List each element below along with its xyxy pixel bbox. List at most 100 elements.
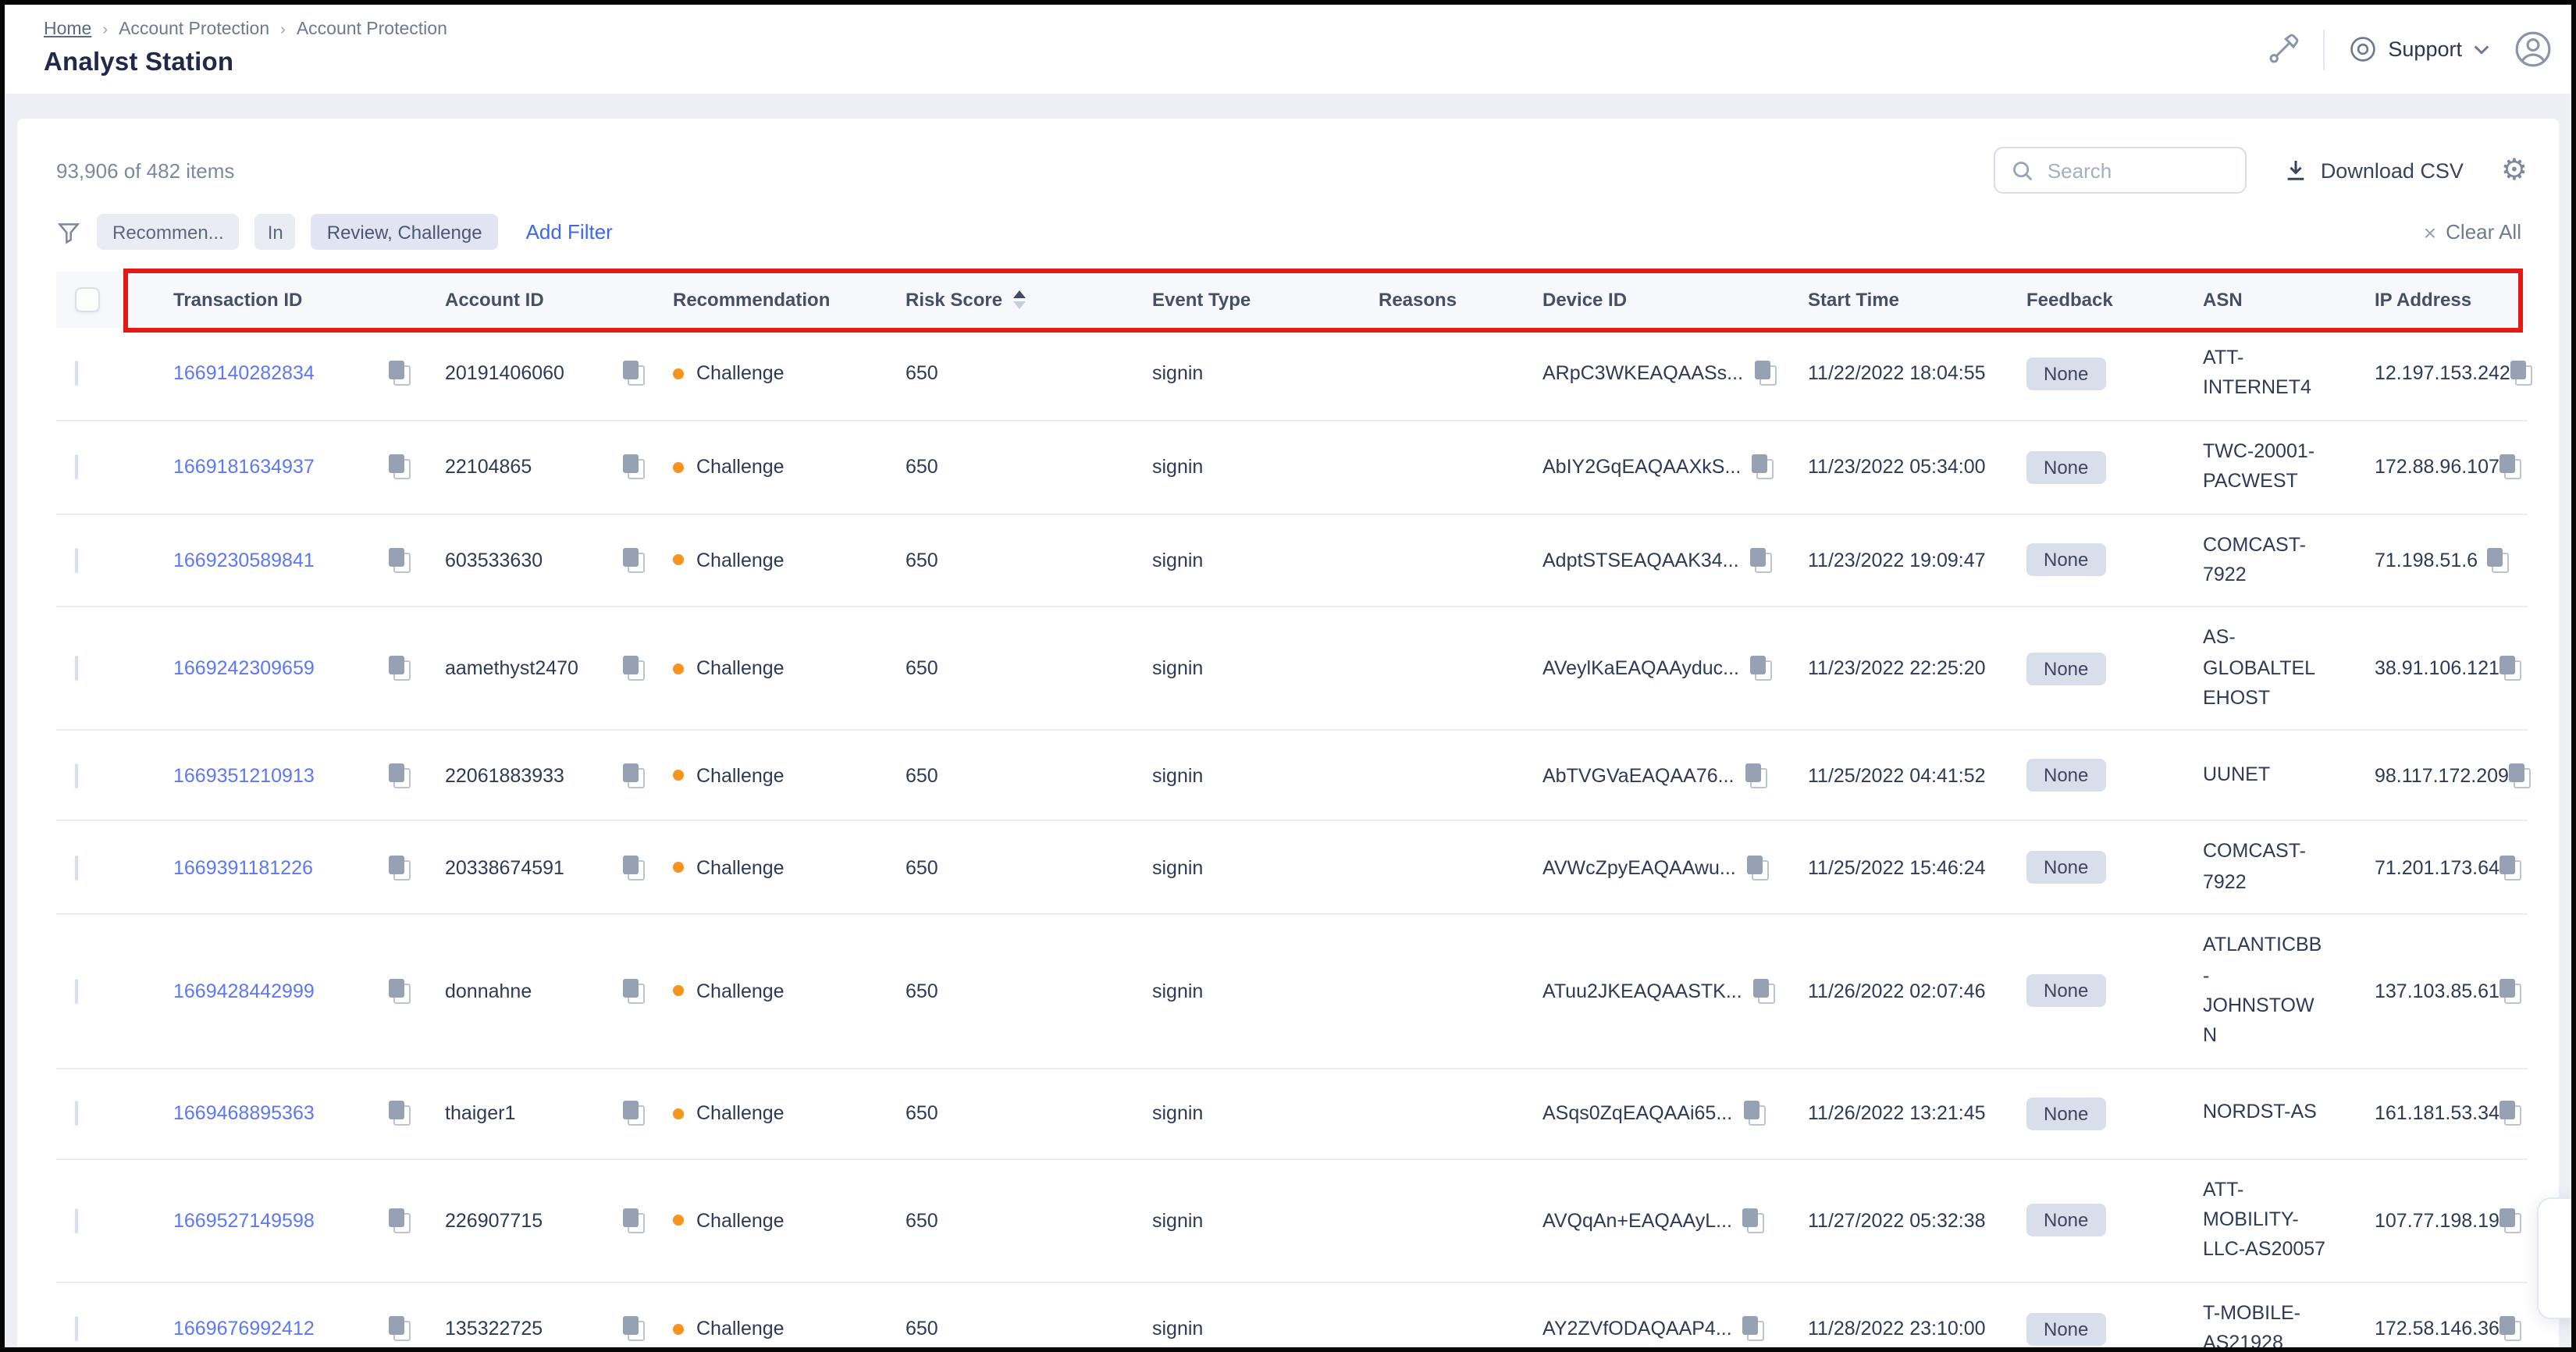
ip-address-value: 38.91.106.121	[2375, 658, 2500, 680]
copy-icon[interactable]	[1750, 548, 1772, 573]
row-checkbox[interactable]	[75, 763, 78, 788]
user-avatar-icon[interactable]	[2514, 30, 2553, 69]
column-header-account-id[interactable]: Account ID	[445, 289, 673, 311]
column-header-recommendation[interactable]: Recommendation	[673, 289, 906, 311]
column-header-ip-address[interactable]: IP Address	[2375, 289, 2528, 311]
scrollbar-thumb[interactable]	[2537, 1197, 2576, 1319]
row-checkbox[interactable]	[75, 979, 78, 1004]
transaction-id-link[interactable]: 1669242309659	[173, 658, 315, 680]
device-id-value: AY2ZVfODAQAAP4...	[1542, 1318, 1732, 1340]
copy-icon[interactable]	[623, 979, 645, 1004]
breadcrumb-account-protection[interactable]: Account Protection	[119, 20, 269, 39]
copy-icon[interactable]	[623, 656, 645, 681]
column-header-start-time[interactable]: Start Time	[1808, 289, 2026, 311]
copy-icon[interactable]	[623, 1316, 645, 1341]
copy-icon[interactable]	[389, 656, 411, 681]
row-checkbox[interactable]	[75, 856, 78, 881]
start-time-value: 11/23/2022 22:25:20	[1808, 658, 2026, 680]
filter-operator-chip[interactable]: In	[255, 214, 296, 250]
event-type-value: signin	[1152, 456, 1379, 478]
column-header-reasons[interactable]: Reasons	[1379, 289, 1542, 311]
download-csv-button[interactable]: Download CSV	[2285, 158, 2464, 183]
copy-icon[interactable]	[2500, 979, 2521, 1004]
transaction-id-link[interactable]: 1669527149598	[173, 1209, 315, 1231]
row-checkbox[interactable]	[75, 1208, 78, 1233]
copy-icon[interactable]	[2500, 1101, 2521, 1126]
select-all-checkbox[interactable]	[75, 287, 100, 312]
risk-score-value: 650	[906, 1318, 1152, 1340]
transaction-id-link[interactable]: 1669230589841	[173, 550, 315, 571]
copy-icon[interactable]	[389, 979, 411, 1004]
copy-icon[interactable]	[623, 856, 645, 881]
content-card: 93,906 of 482 items Download CSV	[17, 119, 2559, 1347]
clear-all-button[interactable]: × Clear All	[2424, 219, 2521, 244]
copy-icon[interactable]	[389, 454, 411, 479]
copy-icon[interactable]	[623, 1208, 645, 1233]
copy-icon[interactable]	[623, 1101, 645, 1126]
transaction-id-link[interactable]: 1669181634937	[173, 456, 315, 478]
start-time-value: 11/26/2022 02:07:46	[1808, 980, 2026, 1002]
risk-score-value: 650	[906, 550, 1152, 571]
copy-icon[interactable]	[2509, 763, 2531, 788]
filter-value-chip[interactable]: Review, Challenge	[311, 214, 498, 250]
copy-icon[interactable]	[1743, 1316, 1765, 1341]
copy-icon[interactable]	[389, 856, 411, 881]
transaction-id-link[interactable]: 1669351210913	[173, 765, 315, 787]
copy-icon[interactable]	[623, 454, 645, 479]
copy-icon[interactable]	[1750, 656, 1772, 681]
column-header-risk-score[interactable]: Risk Score	[906, 289, 1152, 311]
copy-icon[interactable]	[1752, 454, 1774, 479]
transaction-id-link[interactable]: 1669428442999	[173, 980, 315, 1002]
copy-icon[interactable]	[2510, 361, 2532, 386]
copy-icon[interactable]	[1753, 979, 1775, 1004]
edit-pencil-icon[interactable]	[2266, 33, 2299, 66]
copy-icon[interactable]	[389, 1101, 411, 1126]
breadcrumb-home[interactable]: Home	[44, 20, 91, 39]
copy-icon[interactable]	[623, 361, 645, 386]
copy-icon[interactable]	[1745, 763, 1767, 788]
row-checkbox[interactable]	[75, 548, 78, 573]
copy-icon[interactable]	[389, 763, 411, 788]
filter-field-chip[interactable]: Recommen...	[97, 214, 240, 250]
ip-address-value: 98.117.172.209	[2375, 765, 2509, 787]
transaction-id-link[interactable]: 1669391181226	[173, 857, 313, 879]
copy-icon[interactable]	[2487, 548, 2509, 573]
row-checkbox[interactable]	[75, 1101, 78, 1126]
copy-icon[interactable]	[2500, 1208, 2521, 1233]
column-header-event-type[interactable]: Event Type	[1152, 289, 1379, 311]
sort-ascending-icon[interactable]	[1013, 290, 1026, 310]
transaction-id-link[interactable]: 1669468895363	[173, 1102, 315, 1124]
row-checkbox[interactable]	[75, 361, 78, 386]
copy-icon[interactable]	[1743, 1208, 1765, 1233]
transaction-id-link[interactable]: 1669140282834	[173, 363, 315, 385]
transaction-id-link[interactable]: 1669676992412	[173, 1318, 315, 1340]
copy-icon[interactable]	[623, 548, 645, 573]
copy-icon[interactable]	[2500, 656, 2521, 681]
account-id-value: 20191406060	[445, 363, 564, 385]
row-checkbox[interactable]	[75, 454, 78, 479]
search-input[interactable]	[2048, 158, 2219, 182]
copy-icon[interactable]	[1743, 1101, 1765, 1126]
copy-icon[interactable]	[2500, 454, 2521, 479]
copy-icon[interactable]	[389, 1316, 411, 1341]
copy-icon[interactable]	[389, 1208, 411, 1233]
column-header-transaction-id[interactable]: Transaction ID	[173, 289, 445, 311]
copy-icon[interactable]	[2500, 856, 2521, 881]
gear-icon[interactable]: ⚙	[2501, 155, 2528, 185]
copy-icon[interactable]	[1754, 361, 1776, 386]
risk-score-value: 650	[906, 980, 1152, 1002]
add-filter-link[interactable]: Add Filter	[526, 220, 613, 244]
copy-icon[interactable]	[623, 763, 645, 788]
column-header-asn[interactable]: ASN	[2203, 289, 2375, 311]
row-checkbox[interactable]	[75, 656, 78, 681]
row-checkbox[interactable]	[75, 1316, 78, 1341]
copy-icon[interactable]	[1747, 856, 1769, 881]
column-header-device-id[interactable]: Device ID	[1542, 289, 1808, 311]
feedback-badge: None	[2026, 450, 2105, 483]
support-menu[interactable]: Support	[2347, 34, 2490, 64]
copy-icon[interactable]	[389, 548, 411, 573]
search-box[interactable]	[1994, 147, 2247, 194]
column-header-feedback[interactable]: Feedback	[2026, 289, 2203, 311]
copy-icon[interactable]	[2500, 1316, 2521, 1341]
copy-icon[interactable]	[389, 361, 411, 386]
